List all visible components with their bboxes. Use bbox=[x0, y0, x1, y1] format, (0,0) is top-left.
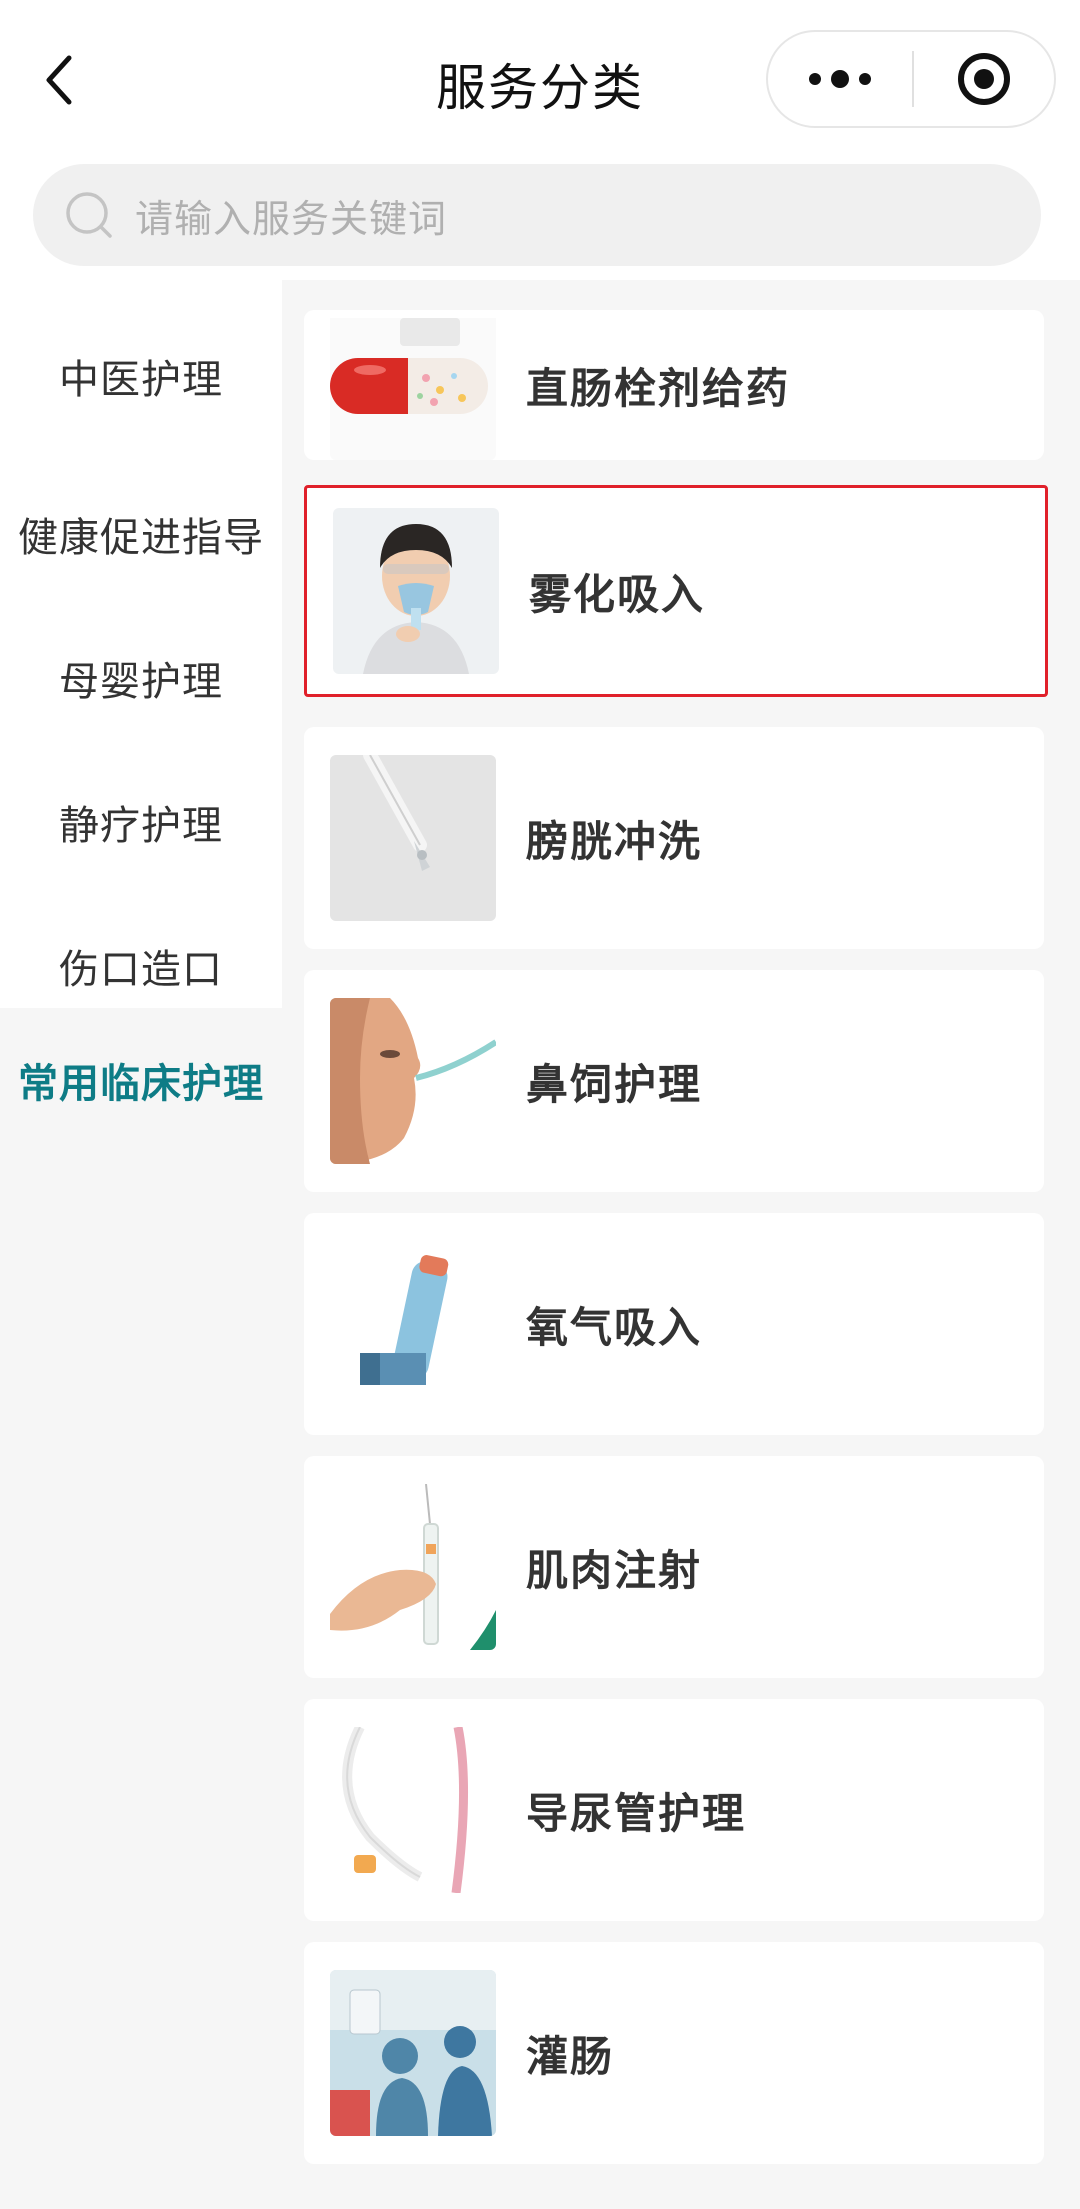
service-card-urinary-catheter[interactable]: 导尿管护理 bbox=[304, 1699, 1044, 1921]
navigation-bar: 服务分类 bbox=[0, 0, 1080, 150]
service-title: 膀胱冲洗 bbox=[526, 816, 703, 866]
service-title: 氧气吸入 bbox=[526, 1302, 703, 1352]
service-title: 导尿管护理 bbox=[526, 1788, 747, 1838]
service-card-intramuscular-injection[interactable]: 肌肉注射 bbox=[304, 1456, 1044, 1678]
search-icon bbox=[66, 192, 112, 238]
category-sidebar: 中医护理 健康促进指导 母婴护理 静疗护理 伤口造口 常用临床护理 bbox=[0, 280, 282, 2209]
child-nebulizer-image bbox=[333, 508, 499, 674]
service-image-syringe bbox=[330, 1484, 496, 1650]
service-image-capsule bbox=[330, 310, 496, 460]
service-image-operating-room bbox=[330, 1970, 496, 2136]
service-title: 直肠栓剂给药 bbox=[526, 363, 791, 413]
service-image-dropper bbox=[330, 755, 496, 921]
nasal-tube-face-image bbox=[330, 998, 496, 1164]
service-image-inhaler bbox=[330, 1241, 496, 1407]
service-card-enema[interactable]: 灌肠 bbox=[304, 1942, 1044, 2164]
catheter-image bbox=[330, 1727, 496, 1893]
service-title: 灌肠 bbox=[526, 2031, 615, 2081]
sidebar-item-common-clinical-nursing[interactable]: 常用临床护理 bbox=[0, 1008, 282, 1152]
service-image-catheter bbox=[330, 1727, 496, 1893]
service-title: 肌肉注射 bbox=[526, 1545, 703, 1595]
more-button[interactable] bbox=[768, 32, 912, 126]
service-list: 直肠栓剂给药 雾化吸入 膀胱冲洗 鼻饲护理 氧气吸入 肌肉注射 导尿管护理 灌肠 bbox=[282, 280, 1080, 2209]
search-input[interactable]: 请输入服务关键词 bbox=[33, 164, 1041, 266]
service-card-nebulization[interactable]: 雾化吸入 bbox=[304, 485, 1048, 697]
sidebar-item-tcm-nursing[interactable]: 中医护理 bbox=[0, 280, 282, 462]
operating-room-image bbox=[330, 1970, 496, 2136]
sidebar-item-maternal-infant[interactable]: 母婴护理 bbox=[0, 606, 282, 750]
service-card-nasogastric-feeding[interactable]: 鼻饲护理 bbox=[304, 970, 1044, 1192]
service-card-bladder-irrigation[interactable]: 膀胱冲洗 bbox=[304, 727, 1044, 949]
more-dots-icon bbox=[809, 70, 871, 88]
capsule-pill-image bbox=[330, 318, 496, 460]
service-card-rectal-suppository[interactable]: 直肠栓剂给药 bbox=[304, 310, 1044, 460]
inhaler-image bbox=[330, 1241, 496, 1407]
service-image-nasal-tube bbox=[330, 998, 496, 1164]
syringe-hand-image bbox=[330, 1484, 496, 1650]
mini-program-capsule bbox=[766, 30, 1056, 128]
target-circle-icon bbox=[958, 53, 1010, 105]
dropper-tube-image bbox=[330, 755, 496, 921]
sidebar-item-infusion-therapy[interactable]: 静疗护理 bbox=[0, 750, 282, 894]
search-placeholder: 请输入服务关键词 bbox=[135, 196, 448, 241]
service-title: 鼻饲护理 bbox=[526, 1059, 703, 1109]
search-area: 请输入服务关键词 bbox=[0, 150, 1080, 280]
close-mini-program-button[interactable] bbox=[914, 32, 1054, 126]
service-title: 雾化吸入 bbox=[529, 569, 706, 619]
service-image-nebulizer bbox=[333, 508, 499, 674]
sidebar-item-health-promotion[interactable]: 健康促进指导 bbox=[0, 462, 282, 606]
service-card-oxygen-inhalation[interactable]: 氧气吸入 bbox=[304, 1213, 1044, 1435]
